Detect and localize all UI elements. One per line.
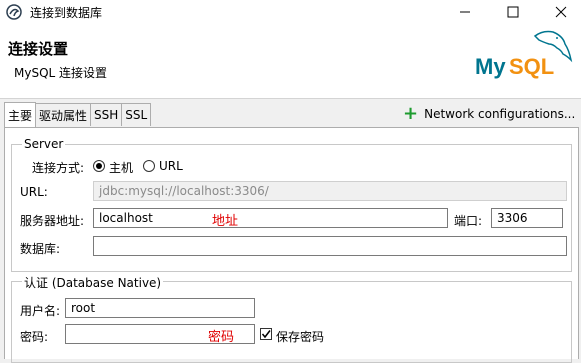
connect-mode-label: 连接方式: (32, 161, 85, 175)
tab-bar: 主要 驱动属性 SSH SSL (4, 102, 152, 127)
radio-host[interactable] (93, 160, 105, 172)
password-label: 密码: (20, 330, 49, 344)
radio-url-label[interactable]: URL (159, 159, 183, 173)
radio-url[interactable] (143, 160, 155, 172)
radio-host-label[interactable]: 主机 (109, 159, 133, 176)
url-field: jdbc:mysql://localhost:3306/ (93, 181, 567, 201)
server-group: Server 连接方式: 主机 URL URL: jdbc:mysql://lo… (11, 137, 572, 272)
svg-text:SQL: SQL (509, 54, 554, 79)
username-label: 用户名: (20, 304, 61, 318)
tab-ssh[interactable]: SSH (90, 103, 123, 126)
minimize-icon[interactable] (448, 0, 482, 24)
close-icon[interactable] (544, 0, 578, 24)
tab-driver-properties[interactable]: 驱动属性 (35, 103, 92, 126)
password-annotation: 密码 (208, 330, 235, 345)
tab-content: Server 连接方式: 主机 URL URL: jdbc:mysql://lo… (4, 127, 579, 363)
maximize-icon[interactable] (496, 0, 530, 24)
network-config-label: Network configurations... (424, 107, 576, 121)
database-label: 数据库: (20, 242, 61, 256)
auth-group: 认证 (Database Native) 用户名: root 密码: 密码 保存… (11, 274, 572, 363)
svg-text:My: My (475, 54, 506, 79)
host-annotation: 地址 (212, 214, 239, 229)
save-password-checkbox[interactable] (260, 328, 272, 340)
host-label: 服务器地址: (20, 214, 85, 228)
username-field[interactable]: root (65, 298, 255, 318)
app-icon (6, 4, 22, 20)
port-field[interactable]: 3306 (491, 208, 563, 228)
tab-ssl[interactable]: SSL (121, 103, 152, 126)
page-title: 连接设置 (8, 40, 69, 58)
window-title: 连接到数据库 (30, 6, 103, 20)
auth-group-label: 认证 (Database Native) (22, 274, 164, 291)
database-field[interactable] (93, 236, 567, 256)
title-bar: 连接到数据库 (0, 0, 581, 24)
save-password-label[interactable]: 保存密码 (276, 328, 324, 345)
plus-icon: + (403, 103, 419, 124)
url-label: URL: (20, 185, 48, 199)
server-group-label: Server (22, 137, 66, 151)
tab-main[interactable]: 主要 (4, 102, 37, 127)
network-config-button[interactable]: + Network configurations... (403, 103, 576, 124)
mysql-logo: My SQL (473, 28, 575, 88)
host-field[interactable]: localhost (93, 208, 448, 228)
page-subtitle: MySQL 连接设置 (14, 66, 108, 80)
port-label: 端口: (454, 214, 483, 228)
